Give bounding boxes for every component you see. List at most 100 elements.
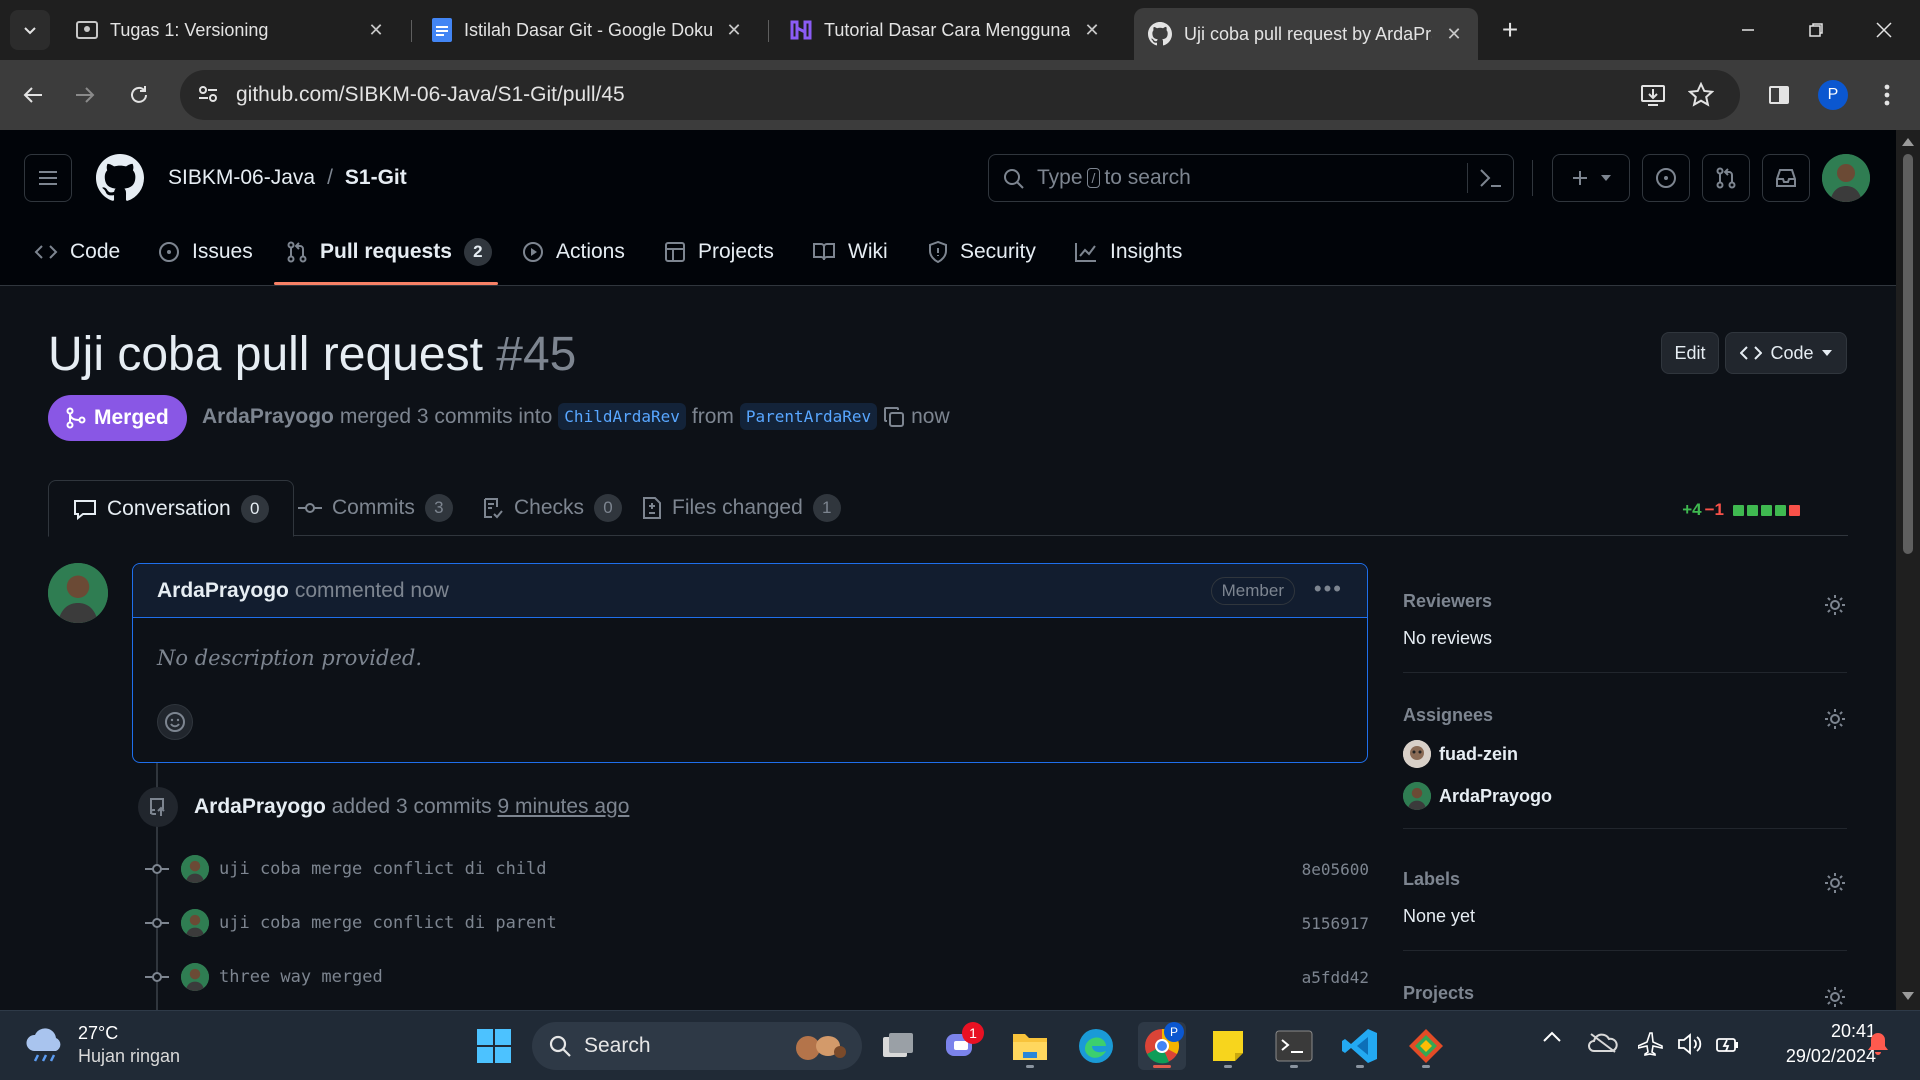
tab-insights[interactable]: Insights	[1064, 218, 1192, 286]
scroll-up-icon[interactable]	[1902, 138, 1914, 146]
assignee-avatar	[1403, 740, 1431, 768]
issues-button[interactable]	[1642, 154, 1690, 202]
inbox-button[interactable]	[1762, 154, 1810, 202]
tab-conversation[interactable]: Conversation 0	[48, 480, 294, 537]
sticky-notes-button[interactable]	[1204, 1022, 1252, 1070]
browser-tab-4[interactable]: Uji coba pull request by ArdaPrayogo ✕	[1134, 8, 1478, 60]
repo-name-link[interactable]: S1-Git	[345, 166, 407, 190]
scrollbar-thumb[interactable]	[1903, 154, 1913, 554]
commit-sha[interactable]: 5156917	[1302, 914, 1369, 933]
edge-button[interactable]	[1072, 1022, 1120, 1070]
tab-projects[interactable]: Projects	[654, 218, 784, 286]
commit-message[interactable]: uji coba merge conflict di parent	[219, 913, 557, 933]
minimize-button[interactable]	[1714, 0, 1782, 60]
edit-button[interactable]: Edit	[1661, 332, 1719, 374]
tab-security[interactable]: Security	[918, 218, 1046, 286]
notifications-button[interactable]	[1866, 1031, 1890, 1057]
close-icon[interactable]: ✕	[366, 20, 386, 40]
star-icon[interactable]	[1688, 82, 1714, 108]
github-logo-icon[interactable]	[96, 154, 144, 202]
close-window-button[interactable]	[1850, 0, 1918, 60]
commit-author-avatar[interactable]	[181, 855, 209, 883]
repo-owner-link[interactable]: SIBKM-06-Java	[168, 166, 315, 190]
comment-author[interactable]: ArdaPrayogo	[157, 579, 289, 603]
airplane-mode-icon[interactable]	[1638, 1031, 1664, 1057]
tab-pull-requests[interactable]: Pull requests 2	[276, 218, 502, 286]
battery-icon[interactable]	[1714, 1031, 1740, 1057]
chrome-menu-button[interactable]	[1866, 74, 1908, 116]
copy-icon[interactable]	[883, 406, 905, 428]
labels-value: None yet	[1403, 906, 1476, 926]
add-reaction-button[interactable]	[157, 704, 193, 740]
new-tab-button[interactable]: +	[1494, 14, 1526, 46]
task-view-button[interactable]	[874, 1022, 922, 1070]
chevron-up-icon	[1543, 1031, 1561, 1042]
gear-icon[interactable]	[1823, 707, 1847, 731]
browser-tab-1[interactable]: Tugas 1: Versioning ✕	[62, 8, 400, 52]
back-button[interactable]	[12, 74, 54, 116]
tab-search-button[interactable]	[10, 10, 50, 50]
show-hidden-icons-button[interactable]	[1542, 1031, 1562, 1043]
vscode-button[interactable]	[1336, 1022, 1384, 1070]
tab-issues[interactable]: Issues	[148, 218, 263, 286]
tab-wiki[interactable]: Wiki	[802, 218, 898, 286]
tab-commits[interactable]: Commits 3	[274, 480, 477, 536]
site-info-icon[interactable]	[196, 82, 220, 106]
chrome-button[interactable]: P	[1138, 1022, 1186, 1070]
weather-widget[interactable]: 27°C Hujan ringan	[24, 1023, 180, 1067]
teams-chat-button[interactable]: 1	[938, 1022, 986, 1070]
code-dropdown-button[interactable]: Code	[1725, 332, 1847, 374]
browser-tab-3[interactable]: Tutorial Dasar Cara Menggunakan ✕	[776, 8, 1116, 52]
search-input[interactable]: Type / to search	[988, 154, 1514, 202]
command-palette-icon[interactable]	[1479, 167, 1503, 189]
close-icon[interactable]: ✕	[1082, 20, 1102, 40]
commit-author-avatar[interactable]	[181, 963, 209, 991]
profile-button[interactable]: P	[1812, 74, 1854, 116]
onedrive-icon[interactable]	[1588, 1031, 1618, 1055]
taskbar-search[interactable]: Search	[532, 1022, 862, 1070]
commit-message[interactable]: uji coba merge conflict di child	[219, 859, 547, 879]
author-link[interactable]: ArdaPrayogo	[202, 405, 334, 429]
tab-code[interactable]: Code	[24, 218, 130, 286]
close-icon[interactable]: ✕	[724, 20, 744, 40]
start-button[interactable]	[470, 1022, 518, 1070]
side-panel-button[interactable]	[1758, 74, 1800, 116]
comment-author-avatar[interactable]	[48, 563, 108, 623]
user-avatar[interactable]	[1822, 154, 1870, 202]
address-bar[interactable]: github.com/SIBKM-06-Java/S1-Git/pull/45	[180, 70, 1740, 120]
tab-files-changed[interactable]: Files changed 1	[618, 480, 865, 536]
commit-sha[interactable]: 8e05600	[1302, 860, 1369, 879]
commit-sha[interactable]: a5fdd42	[1302, 968, 1369, 987]
restore-button[interactable]	[1782, 0, 1850, 60]
clock[interactable]: 20:41 29/02/2024	[1758, 1021, 1876, 1067]
timeline-actor[interactable]: ArdaPrayogo	[194, 795, 326, 818]
search-highlight-icon	[796, 1036, 846, 1060]
tab-actions[interactable]: Actions	[512, 218, 635, 286]
gear-icon[interactable]	[1823, 593, 1847, 617]
pull-requests-button[interactable]	[1702, 154, 1750, 202]
terminal-button[interactable]	[1270, 1022, 1318, 1070]
timeline-time[interactable]: 9 minutes ago	[497, 795, 629, 818]
browser-tab-2[interactable]: Istilah Dasar Git - Google Dokumen ✕	[418, 8, 758, 52]
volume-icon[interactable]	[1676, 1031, 1702, 1057]
git-client-button[interactable]	[1402, 1022, 1450, 1070]
more-options-button[interactable]: •••	[1314, 576, 1343, 602]
base-branch[interactable]: ChildArdaRev	[558, 403, 686, 430]
file-explorer-button[interactable]	[1006, 1022, 1054, 1070]
scroll-down-icon[interactable]	[1902, 992, 1914, 1000]
head-branch[interactable]: ParentArdaRev	[739, 403, 878, 430]
forward-button[interactable]	[64, 74, 106, 116]
menu-button[interactable]	[24, 154, 72, 202]
reload-button[interactable]	[118, 74, 160, 116]
commit-message[interactable]: three way merged	[219, 967, 383, 987]
assignee-item[interactable]: ArdaPrayogo	[1403, 782, 1847, 810]
commit-row: uji coba merge conflict di parent 515691…	[145, 905, 1369, 941]
install-app-icon[interactable]	[1640, 82, 1666, 108]
gear-icon[interactable]	[1823, 985, 1847, 1009]
page-scrollbar[interactable]	[1896, 130, 1920, 1010]
close-icon[interactable]: ✕	[1444, 24, 1464, 44]
commit-author-avatar[interactable]	[181, 909, 209, 937]
gear-icon[interactable]	[1823, 871, 1847, 895]
create-new-button[interactable]	[1552, 154, 1630, 202]
assignee-item[interactable]: fuad-zein	[1403, 740, 1847, 768]
